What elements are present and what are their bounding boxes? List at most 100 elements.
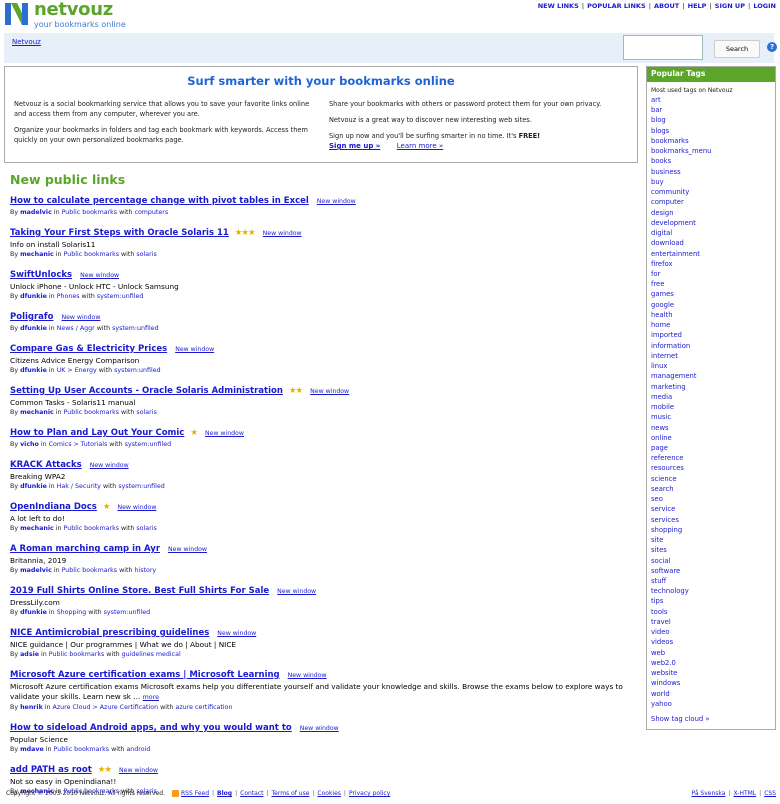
footer-xhtml-link[interactable]: X-HTML <box>733 790 756 797</box>
footer-blog-link[interactable]: Blog <box>217 790 232 797</box>
tag-link[interactable]: information <box>651 342 690 350</box>
tag-link[interactable]: mobile <box>651 403 674 411</box>
tag-link[interactable]: entertainment <box>651 250 700 258</box>
link-title[interactable]: Microsoft Azure certification exams | Mi… <box>10 670 280 680</box>
tags-link[interactable]: computers <box>134 209 168 216</box>
tag-link[interactable]: bar <box>651 106 662 114</box>
folder-link[interactable]: Public bookmarks <box>62 209 118 216</box>
tag-link[interactable]: computer <box>651 198 684 206</box>
tag-link[interactable]: imported <box>651 331 682 339</box>
tag-link[interactable]: blogs <box>651 127 669 135</box>
tag-link[interactable]: blog <box>651 116 666 124</box>
folder-link[interactable]: Phones <box>57 293 80 300</box>
new-window-link[interactable]: New window <box>205 430 244 437</box>
folder-link[interactable]: Public bookmarks <box>54 746 110 753</box>
new-window-link[interactable]: New window <box>288 672 327 679</box>
tags-link[interactable]: solaris <box>136 251 156 258</box>
more-link[interactable]: more <box>143 694 159 701</box>
tag-link[interactable]: download <box>651 239 684 247</box>
new-window-link[interactable]: New window <box>277 588 316 595</box>
tag-link[interactable]: web <box>651 649 665 657</box>
tag-link[interactable]: online <box>651 434 672 442</box>
tag-link[interactable]: software <box>651 567 680 575</box>
new-window-link[interactable]: New window <box>217 630 256 637</box>
user-link[interactable]: madelvic <box>20 209 52 216</box>
user-link[interactable]: dfunkie <box>20 367 47 374</box>
tag-link[interactable]: page <box>651 444 668 452</box>
tag-link[interactable]: health <box>651 311 673 319</box>
user-link[interactable]: dfunkie <box>20 609 47 616</box>
folder-link[interactable]: Public bookmarks <box>64 525 120 532</box>
folder-link[interactable]: Comics > Tutorials <box>49 441 108 448</box>
link-title[interactable]: Setting Up User Accounts - Oracle Solari… <box>10 386 283 396</box>
new-window-link[interactable]: New window <box>119 767 158 774</box>
link-title[interactable]: add PATH as root <box>10 765 92 775</box>
nav-help[interactable]: HELP <box>688 2 707 10</box>
folder-link[interactable]: UK > Energy <box>57 367 97 374</box>
link-title[interactable]: Taking Your First Steps with Oracle Sola… <box>10 228 229 238</box>
link-title[interactable]: SwiftUnlocks <box>10 270 72 280</box>
user-link[interactable]: madelvic <box>20 567 52 574</box>
new-window-link[interactable]: New window <box>317 198 356 205</box>
new-window-link[interactable]: New window <box>310 388 349 395</box>
footer-privacy-link[interactable]: Privacy policy <box>349 790 390 797</box>
tag-link[interactable]: reference <box>651 454 683 462</box>
link-title[interactable]: NICE Antimicrobial prescribing guideline… <box>10 628 209 638</box>
folder-link[interactable]: Hak / Security <box>57 483 101 490</box>
link-title[interactable]: Poligrafo <box>10 312 53 322</box>
tag-link[interactable]: travel <box>651 618 671 626</box>
tag-link[interactable]: firefox <box>651 260 672 268</box>
tag-link[interactable]: management <box>651 372 697 380</box>
tags-link[interactable]: solaris <box>136 525 156 532</box>
new-window-link[interactable]: New window <box>90 462 129 469</box>
tag-link[interactable]: community <box>651 188 689 196</box>
tags-link[interactable]: azure certification <box>176 704 233 711</box>
nav-sign-up[interactable]: SIGN UP <box>715 2 745 10</box>
tag-link[interactable]: seo <box>651 495 663 503</box>
new-window-link[interactable]: New window <box>168 546 207 553</box>
tag-link[interactable]: social <box>651 557 670 565</box>
user-link[interactable]: dfunkie <box>20 483 47 490</box>
show-tag-cloud-link[interactable]: Show tag cloud » <box>647 709 775 729</box>
folder-link[interactable]: Public bookmarks <box>64 409 120 416</box>
footer-cookies-link[interactable]: Cookies <box>317 790 341 797</box>
tag-link[interactable]: business <box>651 168 681 176</box>
link-title[interactable]: How to sideload Android apps, and why yo… <box>10 723 292 733</box>
user-link[interactable]: dfunkie <box>20 293 47 300</box>
tag-link[interactable]: home <box>651 321 670 329</box>
link-title[interactable]: A Roman marching camp in Ayr <box>10 544 160 554</box>
nav-about[interactable]: ABOUT <box>654 2 679 10</box>
tag-link[interactable]: free <box>651 280 664 288</box>
tag-link[interactable]: music <box>651 413 671 421</box>
user-link[interactable]: mechanic <box>20 525 54 532</box>
new-window-link[interactable]: New window <box>300 725 339 732</box>
user-link[interactable]: mechanic <box>20 251 54 258</box>
tag-link[interactable]: marketing <box>651 383 686 391</box>
tags-link[interactable]: solaris <box>136 409 156 416</box>
tag-link[interactable]: tips <box>651 597 663 605</box>
link-title[interactable]: Compare Gas & Electricity Prices <box>10 344 167 354</box>
tag-link[interactable]: internet <box>651 352 678 360</box>
folder-link[interactable]: Azure Cloud > Azure Certification <box>53 704 159 711</box>
tag-link[interactable]: stuff <box>651 577 666 585</box>
new-window-link[interactable]: New window <box>61 314 100 321</box>
tag-link[interactable]: website <box>651 669 677 677</box>
link-title[interactable]: How to calculate percentage change with … <box>10 196 309 206</box>
tag-link[interactable]: news <box>651 424 669 432</box>
link-title[interactable]: OpenIndiana Docs <box>10 502 97 512</box>
tags-link[interactable]: system:unfiled <box>118 483 164 490</box>
tag-link[interactable]: media <box>651 393 672 401</box>
tag-link[interactable]: games <box>651 290 674 298</box>
new-window-link[interactable]: New window <box>80 272 119 279</box>
tag-link[interactable]: shopping <box>651 526 682 534</box>
tag-link[interactable]: bookmarks_menu <box>651 147 711 155</box>
tags-link[interactable]: android <box>126 746 150 753</box>
tags-link[interactable]: history <box>134 567 156 574</box>
tag-link[interactable]: technology <box>651 587 689 595</box>
link-title[interactable]: How to Plan and Lay Out Your Comic <box>10 428 184 438</box>
sign-me-up-link[interactable]: Sign me up » <box>329 142 380 150</box>
user-link[interactable]: henrik <box>20 704 43 711</box>
tag-link[interactable]: sites <box>651 546 667 554</box>
footer-terms-link[interactable]: Terms of use <box>272 790 310 797</box>
tag-link[interactable]: services <box>651 516 679 524</box>
